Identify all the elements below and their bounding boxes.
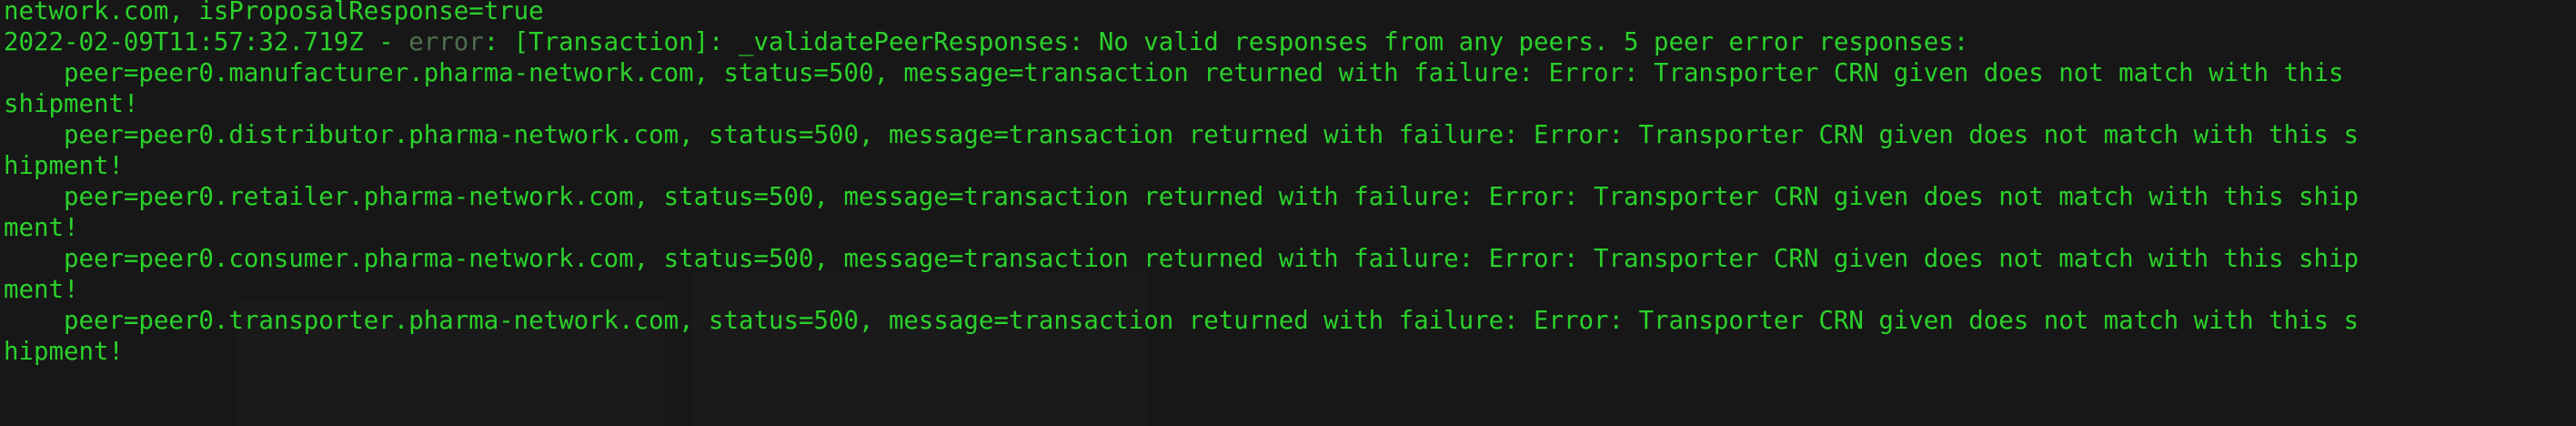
- terminal-line: peer=peer0.manufacturer.pharma-network.c…: [4, 59, 2344, 87]
- log-level: error: [408, 28, 484, 56]
- terminal-window[interactable]: network.com, isProposalResponse=true 2022…: [0, 0, 2576, 426]
- log-timestamp: 2022-02-09T11:57:32.719Z -: [4, 28, 409, 56]
- terminal-line-error: 2022-02-09T11:57:32.719Z - error: [Trans…: [4, 27, 2359, 58]
- terminal-line: hipment!: [4, 338, 124, 366]
- terminal-line: ment!: [4, 214, 79, 242]
- terminal-line: shipment!: [4, 90, 139, 118]
- terminal-line: peer=peer0.retailer.pharma-network.com, …: [4, 183, 2360, 211]
- log-message: : [Transaction]: _validatePeerResponses:…: [483, 28, 1969, 56]
- terminal-line: network.com, isProposalResponse=true: [4, 0, 544, 25]
- terminal-line: peer=peer0.distributor.pharma-network.co…: [4, 121, 2360, 149]
- terminal-line: hipment!: [4, 152, 124, 180]
- terminal-line: peer=peer0.consumer.pharma-network.com, …: [4, 245, 2360, 273]
- terminal-output[interactable]: network.com, isProposalResponse=true 2022…: [4, 0, 2359, 368]
- terminal-line: peer=peer0.transporter.pharma-network.co…: [4, 307, 2360, 335]
- terminal-line: ment!: [4, 276, 79, 304]
